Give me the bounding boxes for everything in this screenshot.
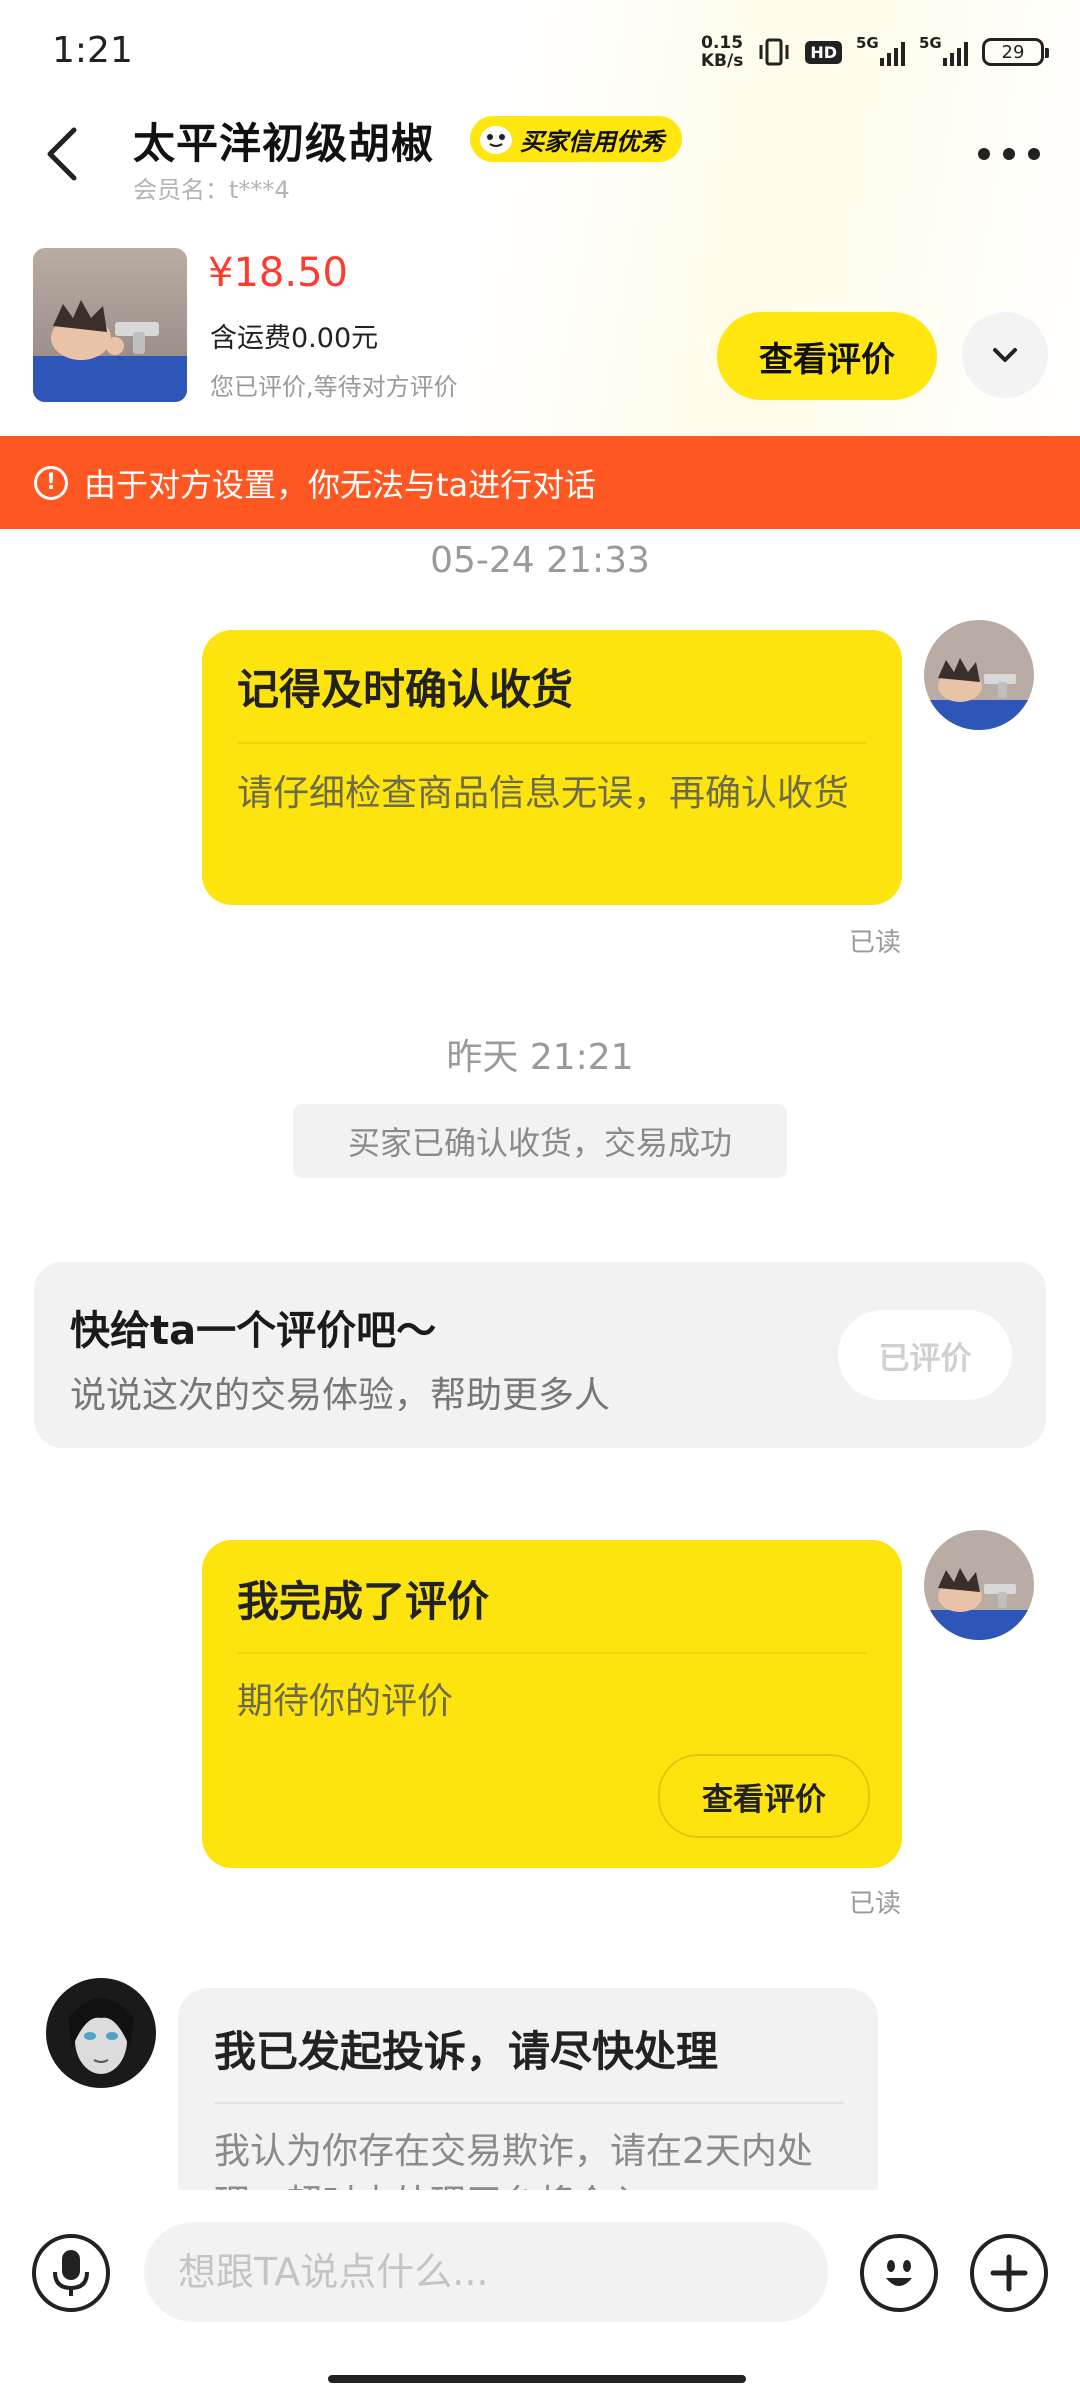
view-review-button[interactable]: 查看评价 (658, 1754, 870, 1838)
read-receipt: 已读 (849, 1889, 902, 1919)
network-speed-unit: KB/s (700, 51, 744, 71)
message-input[interactable] (144, 2222, 828, 2322)
member-name: 会员名：t***4 (133, 176, 290, 204)
rated-button[interactable]: 已评价 (838, 1310, 1012, 1400)
my-avatar[interactable] (924, 620, 1034, 730)
review-prompt-subtitle: 说说这次的交易体验，帮助更多人 (70, 1375, 611, 1416)
credit-badge: 买家信用优秀 (470, 116, 682, 162)
plus-circle-icon (990, 2254, 1028, 2292)
chevron-down-icon (993, 348, 1017, 362)
battery-icon: 29 (982, 38, 1049, 66)
add-button[interactable] (970, 2234, 1048, 2312)
bubble-divider (237, 1652, 867, 1654)
emoji-button[interactable] (860, 2234, 938, 2312)
system-notice: 买家已确认收货，交易成功 (293, 1104, 787, 1178)
chevron-left-icon (47, 127, 77, 181)
review-prompt-title: 快给ta一个评价吧～ (70, 1308, 437, 1354)
message-title: 记得及时确认收货 (237, 665, 574, 714)
exclamation-circle-icon: ! (34, 465, 68, 500)
product-thumbnail[interactable] (33, 248, 187, 402)
voice-button[interactable] (32, 2234, 110, 2312)
emoji-icon (886, 2260, 912, 2286)
back-button[interactable] (40, 122, 84, 186)
network-speed: 0.15 KB/s (701, 34, 743, 70)
microphone-icon (53, 2250, 89, 2296)
product-image (33, 248, 187, 402)
message-title: 我完成了评价 (237, 1577, 490, 1626)
partner-avatar[interactable] (46, 1978, 156, 2088)
bubble-divider (237, 742, 867, 744)
read-receipt: 已读 (849, 928, 902, 958)
more-dots-icon[interactable] (978, 136, 1040, 172)
blocked-alert-bar: ! 由于对方设置，你无法与ta进行对话 (0, 436, 1080, 529)
alert-text: 由于对方设置，你无法与ta进行对话 (84, 465, 597, 504)
review-status: 您已评价,等待对方评价 (210, 373, 458, 401)
message-body: 请仔细检查商品信息无误，再确认收货 (237, 773, 850, 814)
shipping-fee: 含运费0.00元 (210, 323, 379, 354)
signal-icon-sim1: 5G (856, 34, 905, 66)
chat-partner-name[interactable]: 太平洋初级胡椒 (133, 110, 434, 171)
my-avatar[interactable] (924, 1530, 1034, 1640)
hd-badge: HD (805, 40, 842, 64)
view-review-button[interactable]: 查看评价 (717, 312, 937, 400)
vibrate-icon (759, 38, 789, 66)
sim1-label: 5G (856, 34, 879, 52)
status-icons: 0.15 KB/s HD 5G 5G 29 (701, 32, 1049, 72)
status-time: 1:21 (52, 30, 133, 71)
expand-button[interactable] (962, 312, 1048, 398)
smiley-mascot-icon (480, 126, 512, 154)
message-title: 我已发起投诉，请尽快处理 (214, 2027, 719, 2076)
battery-level: 29 (1001, 41, 1025, 63)
message-timestamp: 昨天 21:21 (446, 1037, 634, 1078)
network-speed-value: 0.15 (701, 33, 744, 53)
home-indicator[interactable] (328, 2375, 746, 2383)
message-body: 期待你的评价 (237, 1681, 454, 1722)
sim2-label: 5G (919, 34, 942, 52)
bubble-divider (214, 2102, 844, 2104)
message-timestamp: 05-24 21:33 (430, 540, 650, 581)
product-price: ¥18.50 (208, 250, 348, 296)
signal-icon-sim2: 5G (919, 34, 968, 66)
credit-badge-label: 买家信用优秀 (520, 127, 664, 156)
